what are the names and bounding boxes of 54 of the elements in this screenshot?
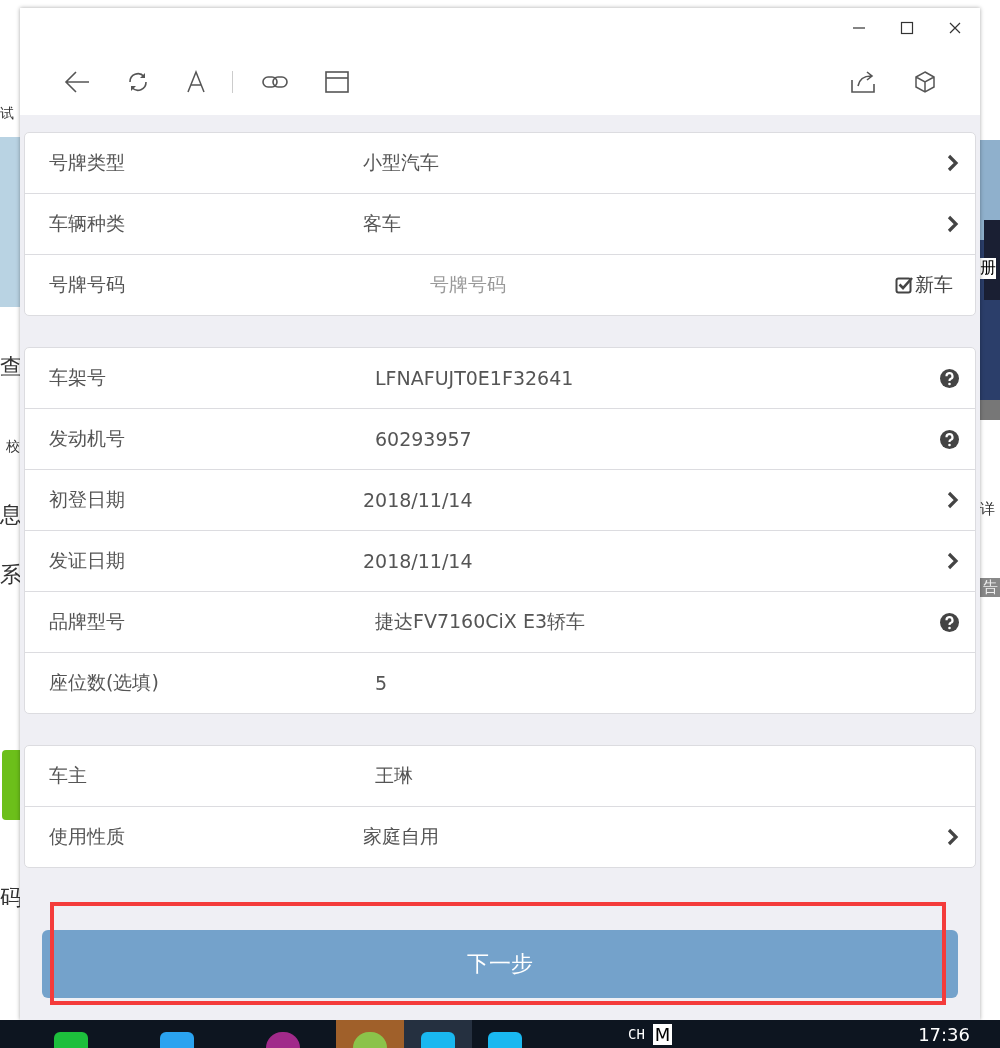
field-label: 车主 xyxy=(49,763,88,788)
field-label: 品牌型号 xyxy=(49,609,126,634)
chevron-right-icon[interactable] xyxy=(947,828,959,846)
chevron-right-icon[interactable] xyxy=(947,215,959,233)
field-value: LFNAFUJT0E1F32641 xyxy=(374,367,575,389)
app-icon[interactable] xyxy=(54,1032,88,1048)
field-value[interactable]: 客车 xyxy=(363,211,947,237)
help-icon[interactable] xyxy=(940,429,959,449)
field-label: 座位数(选填) xyxy=(49,670,160,695)
background-text: 详 xyxy=(980,500,995,519)
background-text: 册 xyxy=(980,258,996,279)
field-label: 发动机号 xyxy=(49,426,126,451)
field-label: 使用性质 xyxy=(49,824,126,849)
background-text: 告 xyxy=(980,578,1000,597)
field-value[interactable]: 2018/11/14 xyxy=(363,489,947,511)
field-value: 王琳 xyxy=(374,763,414,788)
background-text: 校 xyxy=(6,438,20,456)
app-icon[interactable] xyxy=(266,1032,300,1048)
clock[interactable]: 17:36 xyxy=(918,1023,970,1045)
field-value[interactable]: 小型汽车 xyxy=(363,150,947,176)
field-value: 捷达FV7160CiX E3轿车 xyxy=(374,609,586,634)
checkbox-label: 新车 xyxy=(915,272,953,297)
background-text: 查 xyxy=(0,353,22,381)
field-label: 车架号 xyxy=(49,365,107,390)
field-value[interactable]: 家庭自用 xyxy=(363,824,947,850)
browser-window-icon[interactable] xyxy=(325,70,349,93)
input-mode[interactable]: M xyxy=(652,1023,673,1045)
share-icon[interactable] xyxy=(850,69,876,94)
back-arrow-icon[interactable] xyxy=(64,69,90,94)
maximize-icon[interactable] xyxy=(900,21,914,35)
background-text: 系 xyxy=(0,561,22,589)
field-label: 初登日期 xyxy=(49,487,126,512)
field-label: 号牌类型 xyxy=(49,150,126,175)
chevron-right-icon[interactable] xyxy=(947,491,959,509)
background-text: 试 xyxy=(0,105,14,123)
field-value: 60293957 xyxy=(374,428,473,450)
help-icon[interactable] xyxy=(940,612,959,632)
car-app-icon[interactable] xyxy=(488,1032,522,1048)
help-icon[interactable] xyxy=(940,368,959,388)
background-text: 息 xyxy=(0,501,22,529)
app-icon[interactable] xyxy=(160,1032,194,1048)
car-app-icon[interactable] xyxy=(404,1020,472,1048)
chevron-right-icon[interactable] xyxy=(947,552,959,570)
field-value: 5 xyxy=(374,672,389,694)
chevron-right-icon[interactable] xyxy=(947,154,959,172)
field-label: 发证日期 xyxy=(49,548,126,573)
field-label: 号牌号码 xyxy=(49,272,126,297)
input-language[interactable]: CH xyxy=(628,1026,645,1042)
close-icon[interactable] xyxy=(948,21,962,35)
field-label: 车辆种类 xyxy=(49,211,126,236)
cube-icon[interactable] xyxy=(914,69,936,94)
checkbox[interactable] xyxy=(895,276,913,294)
field-value[interactable]: 2018/11/14 xyxy=(363,550,947,572)
letter-icon[interactable] xyxy=(186,69,206,94)
